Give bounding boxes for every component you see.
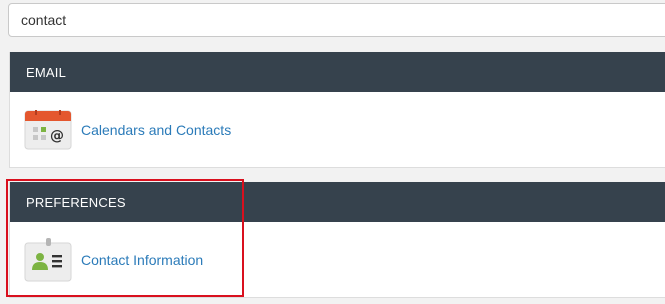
search-input[interactable] — [21, 12, 665, 28]
group-body-email: @ Calendars and Contacts — [10, 92, 665, 167]
group-header-preferences: PREFERENCES — [10, 182, 665, 222]
search-box[interactable] — [8, 3, 665, 37]
calendar-contacts-icon: @ — [24, 109, 72, 149]
calendars-and-contacts-link[interactable]: @ Calendars and Contacts — [24, 109, 231, 150]
contact-card-icon — [24, 237, 72, 281]
group-body-preferences: Contact Information — [10, 222, 665, 297]
calendars-and-contacts-label[interactable]: Calendars and Contacts — [81, 122, 231, 138]
group-header-email: EMAIL — [10, 52, 665, 92]
contact-information-label[interactable]: Contact Information — [81, 252, 203, 268]
contact-information-link[interactable]: Contact Information — [24, 237, 203, 282]
group-preferences: PREFERENCES Contact Information — [9, 182, 665, 298]
group-title-email: EMAIL — [26, 64, 67, 80]
svg-text:@: @ — [50, 128, 64, 144]
group-title-preferences: PREFERENCES — [26, 194, 126, 210]
group-email: EMAIL @ Calendars and Contacts — [9, 52, 665, 168]
